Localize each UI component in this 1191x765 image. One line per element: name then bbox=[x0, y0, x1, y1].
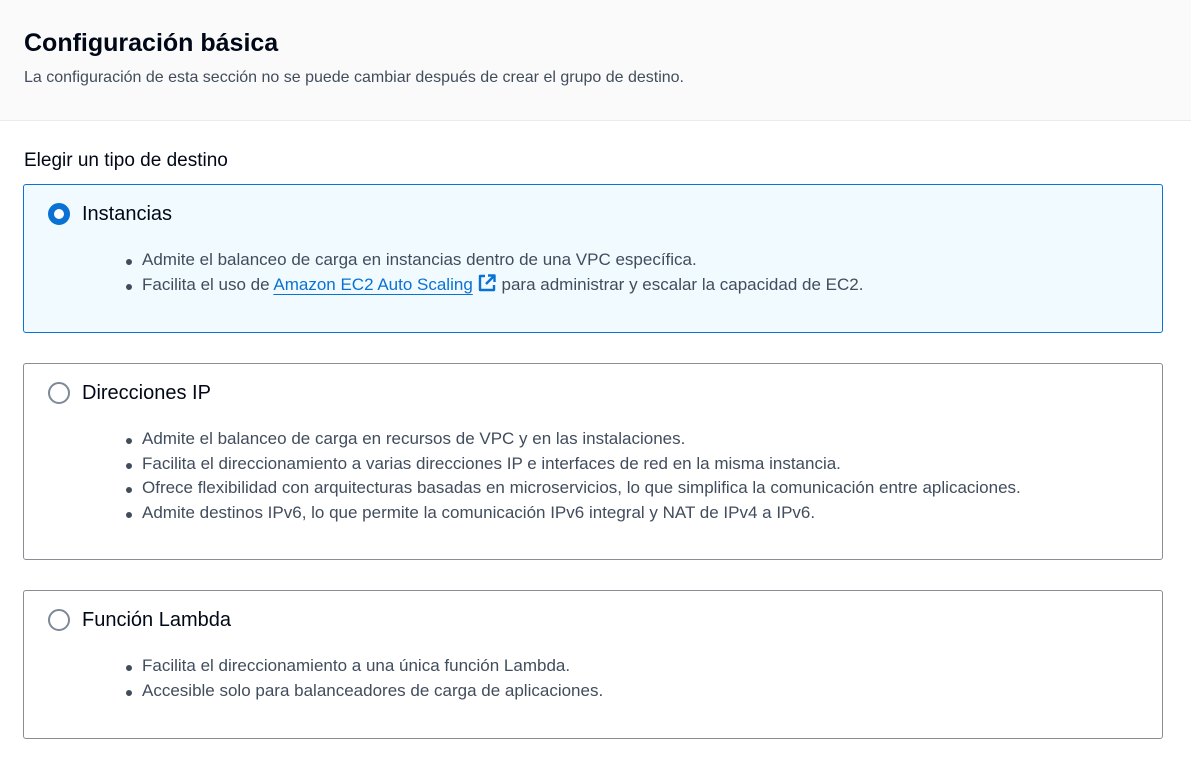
list-item: Facilita el direccionamiento a una única… bbox=[125, 654, 603, 679]
tile-title-instances: Instancias bbox=[82, 203, 173, 225]
instances-bullet-list: Admite el balanceo de carga en instancia… bbox=[125, 248, 864, 298]
list-item: Admite destinos IPv6, lo que permite la … bbox=[126, 501, 1021, 526]
radio-lambda[interactable] bbox=[48, 609, 70, 631]
list-item: Facilita el uso de Amazon EC2 Auto Scali… bbox=[125, 273, 864, 298]
target-type-tile-lambda[interactable]: Función Lambda Facilita el direccionamie… bbox=[23, 590, 1163, 739]
tile-title-lambda: Función Lambda bbox=[82, 609, 231, 631]
section-description: La configuración de esta sección no se p… bbox=[24, 69, 684, 86]
target-type-label: Elegir un tipo de destino bbox=[24, 150, 228, 171]
amazon-ec2-auto-scaling-link[interactable]: Amazon EC2 Auto Scaling bbox=[273, 275, 472, 294]
list-item: Facilita el direccionamiento a varias di… bbox=[126, 452, 1021, 477]
bullet-prefix: Facilita el uso de bbox=[142, 274, 270, 294]
link-label: Amazon EC2 Auto Scaling bbox=[273, 274, 473, 294]
external-link-icon[interactable] bbox=[477, 273, 497, 293]
list-item: Admite el balanceo de carga en instancia… bbox=[125, 248, 863, 273]
tile-title-ip-addresses: Direcciones IP bbox=[82, 382, 211, 404]
bullet-suffix: para administrar y escalar la capacidad … bbox=[501, 274, 864, 294]
target-type-tile-ip-addresses[interactable]: Direcciones IP Admite el balanceo de car… bbox=[23, 363, 1163, 560]
radio-ip-addresses[interactable] bbox=[48, 382, 70, 404]
list-item: Ofrece flexibilidad con arquitecturas ba… bbox=[126, 476, 1021, 501]
section-title: Configuración básica bbox=[24, 29, 279, 57]
ip-addresses-bullet-list: Admite el balanceo de carga en recursos … bbox=[126, 427, 1021, 526]
list-item: Accesible solo para balanceadores de car… bbox=[125, 679, 603, 704]
section-header: Configuración básica La configuración de… bbox=[0, 0, 1191, 121]
radio-instances[interactable] bbox=[48, 203, 70, 225]
lambda-bullet-list: Facilita el direccionamiento a una única… bbox=[125, 654, 603, 704]
list-item: Admite el balanceo de carga en recursos … bbox=[126, 427, 1021, 452]
target-type-tile-instances[interactable]: Instancias Admite el balanceo de carga e… bbox=[23, 184, 1163, 333]
